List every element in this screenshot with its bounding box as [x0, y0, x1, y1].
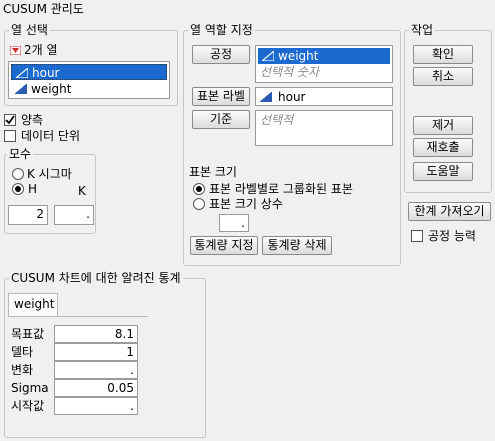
target-input[interactable]: 8.1 [54, 325, 138, 343]
by-role-list[interactable]: 선택적 [255, 110, 393, 146]
tab-content [8, 316, 148, 317]
remove-button[interactable]: 제거 [413, 116, 473, 135]
data-units-label: 데이터 단위 [21, 129, 81, 143]
continuous-column-icon [15, 84, 27, 94]
recall-button[interactable]: 재호출 [413, 138, 473, 157]
sigma-input[interactable]: 0.05 [54, 379, 138, 397]
shift-label: 변화 [11, 363, 34, 377]
sample-label-role-value: hour [278, 90, 306, 104]
process-role-placeholder: 선택적 숫자 [260, 65, 320, 79]
column-list[interactable]: hour weight [8, 61, 170, 99]
constant-size-radio[interactable] [193, 198, 205, 210]
h-radio[interactable] [12, 183, 24, 195]
process-role-button[interactable]: 공정 [192, 45, 250, 64]
h-value-input[interactable]: 2 [8, 205, 48, 225]
sample-label-role-button[interactable]: 표본 라벨 [192, 87, 250, 106]
column-list-item[interactable]: weight [11, 81, 167, 97]
by-role-button[interactable]: 기준 [192, 110, 250, 129]
k-sigma-label: K 시그마 [27, 167, 72, 181]
target-label: 목표값 [11, 327, 45, 341]
continuous-column-icon [262, 51, 274, 61]
k-value-input[interactable]: . [54, 205, 94, 225]
process-role-list[interactable]: weight 선택적 숫자 [255, 45, 393, 83]
column-list-item[interactable]: hour [11, 64, 167, 80]
delta-label: 델타 [11, 345, 34, 359]
cancel-button[interactable]: 취소 [413, 67, 473, 86]
head-start-input[interactable]: . [54, 397, 138, 415]
known-stats-label: CUSUM 차트에 대한 알려진 통계 [9, 271, 183, 285]
process-role-item[interactable]: weight [258, 48, 390, 64]
shift-input[interactable]: . [54, 361, 138, 379]
checkmark-icon [5, 115, 15, 125]
sigma-label: Sigma [11, 381, 49, 395]
grouped-by-label-radio[interactable] [193, 183, 205, 195]
get-limits-button[interactable]: 한계 가져오기 [408, 202, 491, 221]
process-capability-checkbox[interactable] [411, 230, 423, 242]
sample-label-role-list[interactable]: hour [255, 87, 393, 106]
continuous-column-icon [16, 68, 28, 78]
help-button[interactable]: 도움말 [413, 162, 473, 181]
column-select-label: 열 선택 [9, 23, 50, 37]
data-units-checkbox[interactable] [4, 130, 16, 142]
dropdown-triangle-icon [10, 46, 21, 55]
tab-weight[interactable]: weight [8, 293, 58, 317]
process-capability-label: 공정 능력 [428, 229, 476, 243]
k-sigma-radio[interactable] [12, 168, 24, 180]
by-role-placeholder: 선택적 [260, 113, 294, 127]
delta-input[interactable]: 1 [54, 343, 138, 361]
head-start-label: 시작값 [11, 399, 45, 413]
column-count-dropdown[interactable]: 2개 열 [10, 44, 110, 58]
actions-label: 작업 [409, 23, 436, 37]
ok-button[interactable]: 확인 [413, 45, 473, 64]
sample-size-label: 표본 크기 [189, 165, 237, 179]
continuous-column-icon [260, 92, 272, 102]
column-role-label: 열 역할 지정 [188, 23, 255, 37]
parameters-label: 모수 [7, 147, 34, 161]
window-title: CUSUM 관리도 [3, 2, 84, 16]
grouped-by-label-text: 표본 라벨별로 그룹화된 표본 [209, 182, 353, 196]
delete-stats-button[interactable]: 통계량 삭제 [262, 236, 332, 255]
column-count-label: 2개 열 [24, 43, 58, 57]
two-sided-label: 양측 [21, 113, 44, 127]
h-label: H [28, 182, 38, 196]
constant-size-text: 표본 크기 상수 [209, 197, 283, 211]
specify-stats-button[interactable]: 통계량 지정 [190, 236, 258, 255]
sample-size-input[interactable]: . [219, 214, 249, 232]
two-sided-checkbox[interactable] [4, 114, 16, 126]
k-label: K [78, 184, 86, 198]
